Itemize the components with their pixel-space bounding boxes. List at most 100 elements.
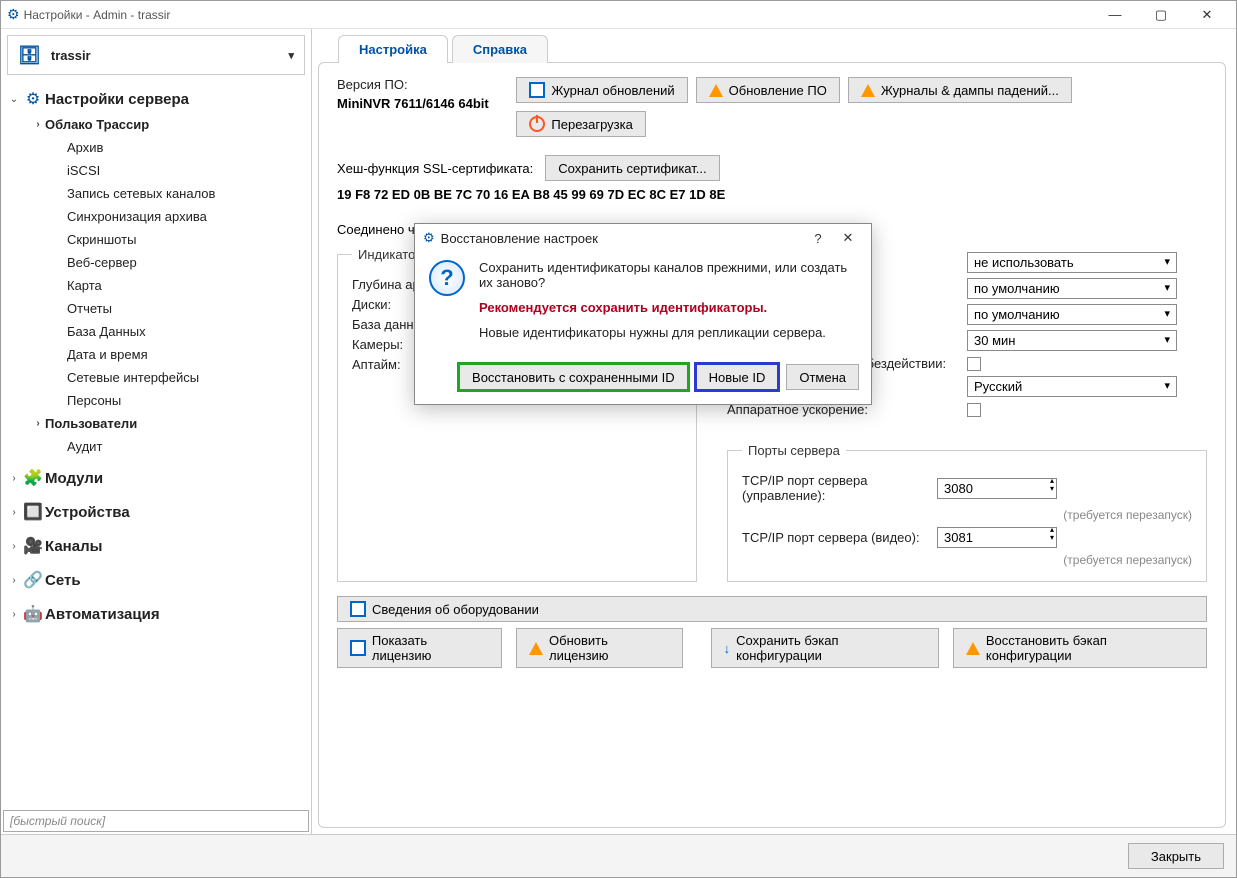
sound-select[interactable]: по умолчанию (967, 278, 1177, 299)
nav-item[interactable]: Сетевые интерфейсы (1, 366, 311, 389)
nav-item-label: Модули (45, 470, 305, 487)
nav-item[interactable]: ›🧩Модули (1, 464, 311, 492)
gear-icon: ⚙ (21, 89, 45, 109)
nav-item-label: Отчеты (67, 301, 305, 316)
save-cert-button[interactable]: Сохранить сертификат... (545, 155, 719, 181)
nav-item[interactable]: Отчеты (1, 297, 311, 320)
chevron-icon: › (7, 507, 21, 518)
lang-select[interactable]: Русский (967, 376, 1177, 397)
nav-item-label: Дата и время (67, 347, 305, 362)
nav-item-label: iSCSI (67, 163, 305, 178)
dialog-close-button[interactable]: ✕ (833, 230, 863, 246)
nav-item[interactable]: Карта (1, 274, 311, 297)
chevron-icon: › (7, 609, 21, 620)
nav-item-label: Устройства (45, 504, 305, 521)
nav-item-label: Облако Трассир (45, 117, 305, 132)
dialog-help-button[interactable]: ? (803, 231, 833, 246)
crash-logs-button[interactable]: Журналы & дампы падений... (848, 77, 1072, 103)
chevron-down-icon: ▾ (288, 49, 294, 62)
nav-item-label: Аудит (67, 439, 305, 454)
new-id-button[interactable]: Новые ID (696, 364, 779, 390)
box-icon (529, 82, 545, 98)
chevron-icon: › (31, 119, 45, 130)
nav-item-label: Автоматизация (45, 606, 305, 623)
user-select[interactable]: не использовать (967, 252, 1177, 273)
tab-help[interactable]: Справка (452, 35, 548, 63)
nav-item[interactable]: База Данных (1, 320, 311, 343)
chevron-icon: › (7, 473, 21, 484)
server-selector[interactable]: 🗄 trassir ▾ (7, 35, 305, 75)
nav-item-label: Веб-сервер (67, 255, 305, 270)
nav-item[interactable]: Скриншоты (1, 228, 311, 251)
box-icon (350, 601, 366, 617)
question-icon: ? (429, 260, 465, 296)
changelog-button[interactable]: Журнал обновлений (516, 77, 687, 103)
ssl-hash-value: 19 F8 72 ED 0B BE 7C 70 16 EA B8 45 99 6… (337, 187, 1207, 202)
cameras-label: Камеры: (352, 337, 403, 352)
nav-item[interactable]: ⌄⚙Настройки сервера (1, 85, 311, 113)
nav-item[interactable]: ›🤖Автоматизация (1, 600, 311, 628)
restart-hint-1: (требуется перезапуск) (742, 508, 1192, 522)
gear-icon: ⚙ (423, 230, 435, 246)
video-port-input[interactable]: 3081 (937, 527, 1057, 548)
camera-icon: 🎥 (21, 536, 45, 556)
nav-item[interactable]: Синхронизация архива (1, 205, 311, 228)
ssl-hash-label: Хеш-функция SSL-сертификата: (337, 161, 533, 176)
footer-close-button[interactable]: Закрыть (1128, 843, 1224, 869)
nav-item[interactable]: ›🔗Сеть (1, 566, 311, 594)
quick-search-input[interactable]: [быстрый поиск] (3, 810, 309, 832)
devices-icon: 🔲 (21, 502, 45, 522)
nav-item-label: Скриншоты (67, 232, 305, 247)
chevron-icon: › (7, 575, 21, 586)
logout-checkbox[interactable] (967, 357, 981, 371)
nav-item[interactable]: ›Пользователи (1, 412, 311, 435)
restore-keep-id-button[interactable]: Восстановить с сохраненными ID (459, 364, 688, 390)
nav-item[interactable]: Дата и время (1, 343, 311, 366)
ports-legend: Порты сервера (742, 443, 846, 458)
tab-bar: Настройка Справка (318, 35, 1226, 63)
nav-item[interactable]: ›🔲Устройства (1, 498, 311, 526)
idle-select[interactable]: 30 мин (967, 330, 1177, 351)
third-select[interactable]: по умолчанию (967, 304, 1177, 325)
mgmt-port-input[interactable]: 3080 (937, 478, 1057, 499)
hardware-info-button[interactable]: Сведения об оборудовании (337, 596, 1207, 622)
database-icon: 🗄 (18, 45, 41, 66)
warning-icon (966, 642, 980, 655)
footer: Закрыть (1, 834, 1236, 877)
nav-item[interactable]: ›Облако Трассир (1, 113, 311, 136)
nav-item[interactable]: Запись сетевых каналов (1, 182, 311, 205)
nav-item[interactable]: Персоны (1, 389, 311, 412)
reboot-button[interactable]: Перезагрузка (516, 111, 645, 137)
maximize-button[interactable]: ▢ (1138, 1, 1184, 29)
restore-backup-button[interactable]: Восстановить бэкап конфигурации (953, 628, 1207, 668)
chevron-icon: › (7, 541, 21, 552)
titlebar: ⚙ Настройки - Admin - trassir ― ▢ ✕ (1, 1, 1236, 29)
uptime-label: Аптайм: (352, 357, 401, 372)
version-value: MiniNVR 7611/6146 64bit (337, 96, 516, 111)
nav-item-label: Каналы (45, 538, 305, 555)
minimize-button[interactable]: ― (1092, 1, 1138, 29)
nav-item-label: Пользователи (45, 416, 305, 431)
nav-item[interactable]: Аудит (1, 435, 311, 458)
hwaccel-checkbox[interactable] (967, 403, 981, 417)
puzzle-icon: 🧩 (21, 468, 45, 488)
nav-item-label: Сетевые интерфейсы (67, 370, 305, 385)
cancel-button[interactable]: Отмена (786, 364, 859, 390)
nav-item[interactable]: Архив (1, 136, 311, 159)
disks-label: Диски: (352, 297, 391, 312)
tab-settings[interactable]: Настройка (338, 35, 448, 63)
nav-item[interactable]: iSCSI (1, 159, 311, 182)
video-port-label: TCP/IP порт сервера (видео): (742, 530, 937, 545)
update-button[interactable]: Обновление ПО (696, 77, 840, 103)
nav-item[interactable]: ›🎥Каналы (1, 532, 311, 560)
restore-settings-dialog: ⚙ Восстановление настроек ? ✕ ? Сохранит… (414, 223, 872, 405)
chevron-icon: › (31, 418, 45, 429)
nav-item[interactable]: Веб-сервер (1, 251, 311, 274)
nav-item-label: Персоны (67, 393, 305, 408)
save-backup-button[interactable]: ↓Сохранить бэкап конфигурации (711, 628, 939, 668)
close-button[interactable]: ✕ (1184, 1, 1230, 29)
window-title: Настройки - Admin - trassir (24, 8, 1092, 22)
update-license-button[interactable]: Обновить лицензию (516, 628, 683, 668)
show-license-button[interactable]: Показать лицензию (337, 628, 502, 668)
nav-item-label: Настройки сервера (45, 91, 305, 108)
